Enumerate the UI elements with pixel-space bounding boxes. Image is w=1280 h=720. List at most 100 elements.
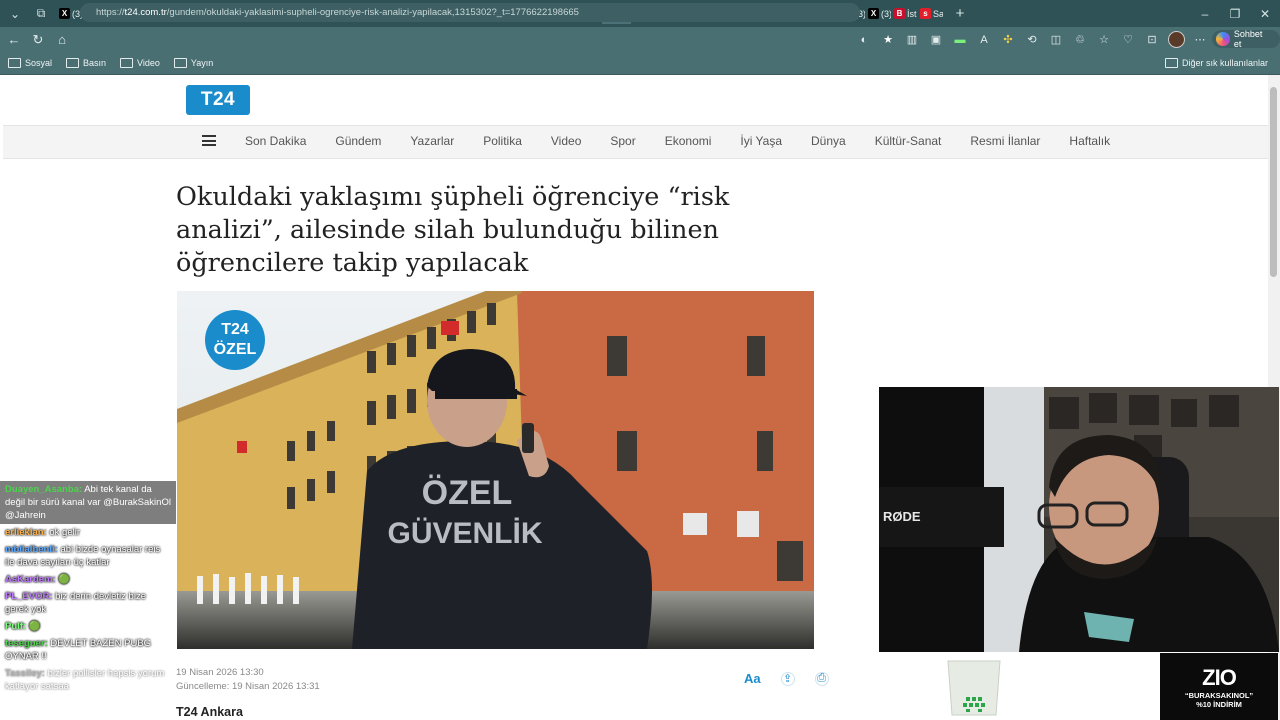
address-bar-actions: ◐ ★ ▥ ▣ ▬ A ✣ ⟲ ◫ ♲ ☆ ♡ ⊡ ⋯: [852, 27, 1212, 52]
bookmark-folder[interactable]: Sosyal: [8, 58, 52, 68]
hamburger-menu-icon[interactable]: [202, 135, 216, 146]
copilot-label: Sohbet et: [1233, 29, 1263, 49]
favorite-star-icon[interactable]: ★: [876, 28, 900, 52]
folder-icon: [1164, 58, 1178, 68]
nav-link[interactable]: Ekonomi: [665, 134, 712, 148]
copilot-icon: [1216, 32, 1230, 46]
workspaces-icon[interactable]: ⧉: [30, 3, 52, 25]
new-tab-button[interactable]: +: [949, 3, 971, 25]
nav-link[interactable]: Politika: [483, 134, 522, 148]
promo-code: “BURAKSAKINOL”: [1184, 690, 1254, 700]
bookmark-label: Video: [137, 58, 160, 68]
bookmark-folder[interactable]: Video: [120, 58, 160, 68]
browser-tab[interactable]: X(3): [865, 4, 891, 24]
performance-icon[interactable]: ♡: [1116, 28, 1140, 52]
tab-actions-chevron-icon[interactable]: ⌄: [4, 3, 26, 25]
site-nav-links: Son Dakika Gündem Yazarlar Politika Vide…: [245, 125, 1139, 157]
browser-essentials-icon[interactable]: ♲: [1068, 28, 1092, 52]
browser-tab[interactable]: X(3): [56, 4, 82, 24]
back-icon[interactable]: ←: [2, 28, 26, 52]
bookmark-folder[interactable]: Yayın: [173, 58, 214, 68]
url-prefix: https://: [96, 7, 125, 18]
tab-title: Sal: [933, 8, 943, 19]
chat-message: PL_EVOR: biz derin devletiz bize gerek y…: [0, 588, 176, 618]
badge-line2: ÖZEL: [214, 339, 257, 358]
folder-icon: [8, 58, 21, 68]
bookmark-label: Basın: [83, 58, 107, 68]
promo-discount: %10 İNDİRİM: [1196, 699, 1242, 709]
bookmark-folder[interactable]: Basın: [66, 58, 106, 68]
chat-message: AsKardem: 🟢: [0, 571, 176, 588]
other-bookmarks-label: Diğer sık kullanılanlar: [1181, 58, 1268, 68]
favorites-icon[interactable]: ☆: [1092, 28, 1116, 52]
sponsor-promo: ZIO “BURAKSAKINOL” %10 İNDİRİM: [1160, 653, 1278, 720]
font-size-button[interactable]: Aa: [744, 671, 761, 686]
chat-username: Duayen_Asanba:: [5, 484, 83, 495]
reader-mode-icon[interactable]: ◐: [852, 28, 876, 52]
nav-link[interactable]: Resmi İlanlar: [970, 134, 1040, 148]
url-field[interactable]: https://t24.com.tr/gundem/okuldaki-yakla…: [80, 3, 860, 22]
site-logo[interactable]: T24: [186, 85, 250, 115]
nav-link[interactable]: Gündem: [335, 134, 381, 148]
restore-button[interactable]: ❐: [1220, 0, 1250, 27]
nav-link[interactable]: Spor: [610, 134, 635, 148]
nav-link[interactable]: Son Dakika: [245, 134, 306, 148]
bookmarks-bar: Sosyal Basın Video Yayın Diğer sık kulla…: [0, 52, 1280, 75]
tab-title: İst: [907, 8, 917, 19]
nav-link[interactable]: Dünya: [811, 134, 846, 148]
folder-icon: [66, 58, 80, 68]
streamer-camera-feed: RØDE: [879, 387, 1279, 652]
tab-favicon-icon: X: [868, 8, 879, 19]
chat-username: erlieklan:: [5, 527, 47, 538]
bookmark-label: Sosyal: [25, 58, 53, 68]
nav-link[interactable]: Kültür-Sanat: [875, 134, 942, 148]
minimize-button[interactable]: –: [1190, 0, 1220, 27]
tab-title: (3): [881, 8, 891, 19]
vest-text-line1: ÖZEL: [422, 474, 513, 512]
chat-username: Tassiley:: [5, 668, 45, 679]
print-icon[interactable]: ⎙: [814, 671, 829, 686]
bookmark-label: Yayın: [190, 58, 214, 68]
extension-icon[interactable]: ▣: [924, 28, 948, 52]
article-headline: Okuldaki yaklaşımı şüpheli öğrenciye “ri…: [176, 182, 730, 278]
scrollbar-thumb[interactable]: [1270, 87, 1277, 277]
chat-username: Pulf:: [5, 621, 27, 632]
extension-icon[interactable]: ▬: [948, 28, 972, 52]
school-security-photo: ÖZEL GÜVENLİK T24 ÖZEL: [177, 291, 814, 649]
extension-icon[interactable]: ▥: [900, 28, 924, 52]
extensions-puzzle-icon[interactable]: ⟲: [1020, 28, 1044, 52]
mic-brand-label: RØDE: [883, 509, 921, 524]
nav-link[interactable]: Haftalık: [1069, 134, 1110, 148]
translate-icon[interactable]: A: [972, 28, 996, 52]
publish-date: 19 Nisan 2026 13:30: [176, 667, 264, 678]
chat-message: Duayen_Asanba: Abi tek kanal da değil bi…: [0, 481, 176, 524]
promo-logo: ZIO: [1202, 664, 1237, 690]
stream-chat-overlay: Duayen_Asanba: Abi tek kanal da değil bi…: [0, 476, 176, 720]
folder-icon: [120, 58, 134, 68]
update-date: Güncelleme: 19 Nisan 2026 13:31: [176, 681, 320, 692]
profile-avatar[interactable]: [1164, 28, 1188, 52]
url-path: /gundem/okuldaki-yaklasimi-supheli-ogren…: [166, 7, 579, 18]
article-tools: Aa ⇪ ⎙: [744, 671, 829, 686]
chat-text: 🟢: [58, 574, 71, 585]
nav-link[interactable]: Yazarlar: [410, 134, 454, 148]
article-hero-image: ÖZEL GÜVENLİK T24 ÖZEL: [177, 291, 814, 649]
nav-link[interactable]: Video: [551, 134, 581, 148]
chat-username: AsKardem:: [5, 574, 56, 585]
close-window-button[interactable]: ✕: [1250, 0, 1280, 27]
home-icon[interactable]: ⌂: [50, 28, 74, 52]
article-meta: 19 Nisan 2026 13:30 Güncelleme: 19 Nisan…: [176, 666, 320, 694]
share-icon[interactable]: ⇪: [780, 671, 795, 686]
chat-username: teseguer:: [5, 638, 48, 649]
nav-link[interactable]: İyi Yaşa: [740, 134, 782, 148]
other-bookmarks[interactable]: Diğer sık kullanılanlar: [1164, 52, 1268, 74]
extension-icon[interactable]: ✣: [996, 28, 1020, 52]
refresh-icon[interactable]: ↻: [26, 28, 50, 52]
browser-tab[interactable]: sSal: [917, 4, 943, 24]
screenshot-icon[interactable]: ⊡: [1140, 28, 1164, 52]
chat-message: erlieklan: ok gelir: [0, 524, 176, 541]
split-screen-icon[interactable]: ◫: [1044, 28, 1068, 52]
browser-tab[interactable]: B İst: [891, 4, 917, 24]
more-menu-icon[interactable]: ⋯: [1188, 28, 1212, 52]
copilot-chat-button[interactable]: Sohbet et: [1212, 29, 1280, 49]
